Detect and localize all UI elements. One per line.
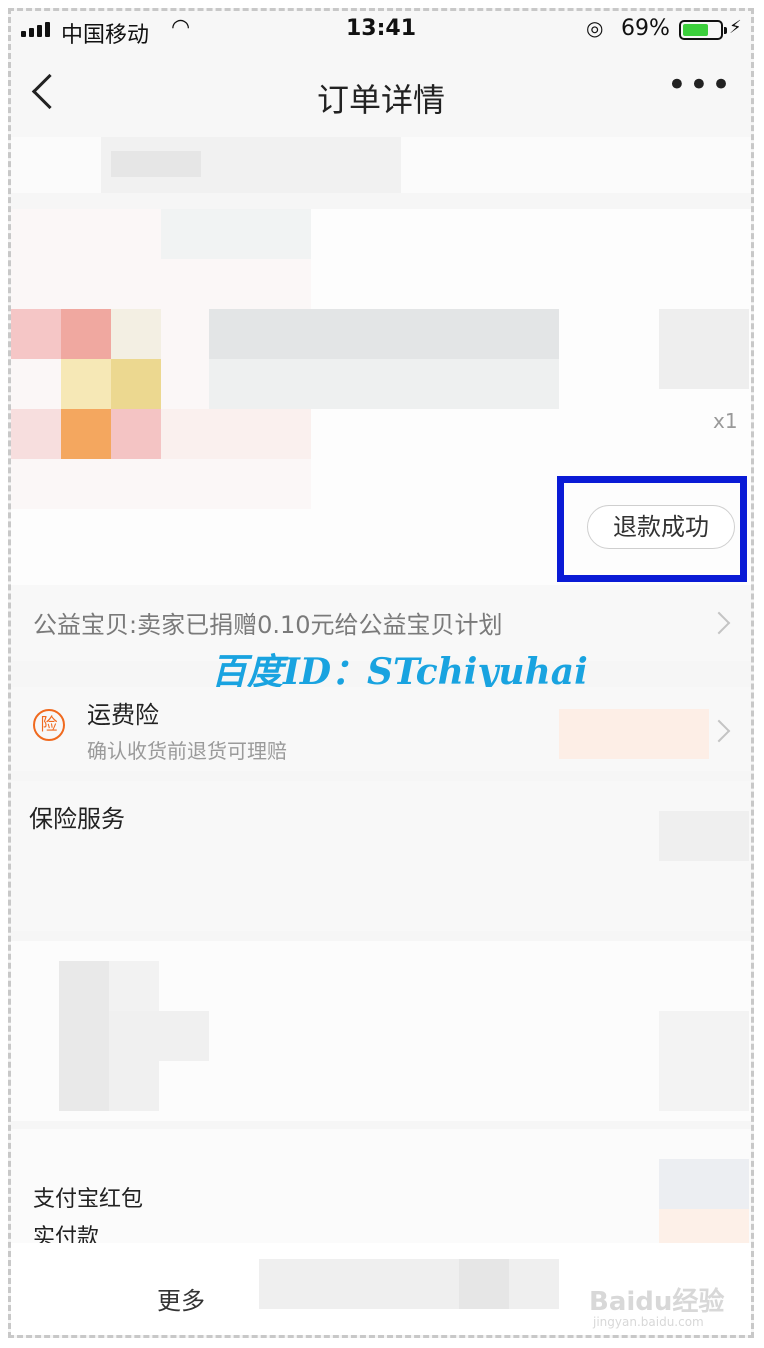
product-price <box>659 309 749 389</box>
shop-header[interactable] <box>11 137 751 193</box>
status-bar: 中国移动 ◠ 13:41 ◎ 69% ⚡ <box>11 11 751 53</box>
baidu-jingyan-watermark: Baidu经验 <box>589 1287 725 1317</box>
more-dots-icon[interactable]: ••• <box>667 68 733 102</box>
bolt-icon: ⚡ <box>729 17 742 38</box>
battery-percent: 69% <box>621 16 670 41</box>
product-quantity: x1 <box>713 409 738 433</box>
page-title: 订单详情 <box>316 81 445 119</box>
battery-fill <box>683 24 708 36</box>
highlight-annotation <box>557 476 747 582</box>
battery-icon <box>679 20 727 40</box>
orientation-lock-icon: ◎ <box>586 16 604 40</box>
more-button[interactable]: 更多 <box>157 1281 205 1316</box>
insurance-icon: 险 <box>33 709 65 741</box>
product-title <box>209 309 559 359</box>
phone-screen: 中国移动 ◠ 13:41 ◎ 69% ⚡ 订单详情 ••• x1 退款成功 公益… <box>8 8 754 1338</box>
insurance-title: 运费险 <box>87 701 159 729</box>
action-buttons[interactable] <box>259 1259 559 1309</box>
nav-bar: 订单详情 ••• <box>11 53 751 137</box>
baidu-jingyan-url: jingyan.baidu.com <box>593 1315 704 1329</box>
order-info-section <box>11 941 751 1121</box>
insurance-services-title: 保险服务 <box>29 805 125 833</box>
charity-text: 公益宝贝:卖家已捐赠0.10元给公益宝贝计划 <box>33 611 503 639</box>
insurance-subtitle: 确认收货前退货可理赔 <box>87 739 287 763</box>
alipay-red-packet-label: 支付宝红包 <box>33 1187 144 1212</box>
